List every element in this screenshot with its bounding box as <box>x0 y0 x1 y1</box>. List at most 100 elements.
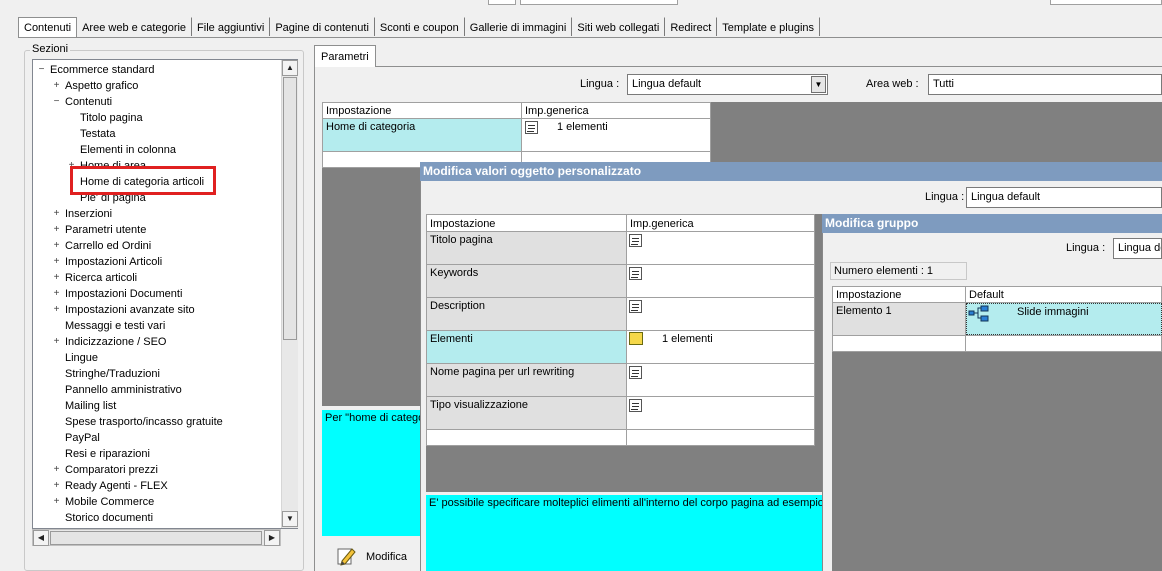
dialog1-row-name[interactable]: Keywords <box>427 265 626 297</box>
collapse-icon[interactable]: − <box>37 65 46 75</box>
tree-item[interactable]: Resi e riparazioni <box>65 446 150 462</box>
expand-icon[interactable]: + <box>52 305 61 315</box>
group-icon[interactable] <box>968 305 990 323</box>
tree-item[interactable]: Mailing list <box>65 398 116 414</box>
tab-aree-web-e-categorie[interactable]: Aree web e categorie <box>77 17 193 36</box>
tree-horizontal-scrollbar[interactable]: ◀ ▶ <box>32 529 281 546</box>
expand-icon[interactable]: + <box>52 481 61 491</box>
top-control-left <box>488 0 516 5</box>
dialog1-row-value[interactable] <box>627 298 814 330</box>
tree-item[interactable]: Inserzioni <box>65 206 112 222</box>
tab-file-aggiuntivi[interactable]: File aggiuntivi <box>192 17 271 36</box>
dialog2-row-elemento-value[interactable]: Slide immagini <box>966 303 1162 335</box>
tab-pagine-di-contenuti[interactable]: Pagine di contenuti <box>270 17 375 36</box>
expand-icon[interactable]: + <box>52 337 61 347</box>
tab-siti-web-collegati[interactable]: Siti web collegati <box>572 17 666 36</box>
expand-icon[interactable]: + <box>52 81 61 91</box>
dialog-modifica-valori-title: Modifica valori oggetto personalizzato <box>420 162 1162 181</box>
dialog1-row-value[interactable] <box>627 232 814 264</box>
dialog2-lingua-value: Lingua de <box>1118 242 1162 254</box>
row-home-categoria-value[interactable]: 1 elementi <box>522 119 710 151</box>
scroll-right-button[interactable]: ▶ <box>264 530 280 546</box>
chevron-down-icon[interactable]: ▼ <box>811 76 826 93</box>
tab-parametri[interactable]: Parametri <box>314 45 376 67</box>
tree-item[interactable]: Contenuti <box>65 94 112 110</box>
edit-list-icon[interactable] <box>629 234 642 247</box>
dialog1-row-value[interactable]: 1 elementi <box>627 331 814 363</box>
tree-item[interactable]: Elementi in colonna <box>80 142 176 158</box>
expand-icon[interactable]: + <box>52 289 61 299</box>
expand-icon[interactable]: + <box>52 209 61 219</box>
hscroll-thumb[interactable] <box>50 531 262 545</box>
dialog1-lingua-value: Lingua default <box>971 191 1041 203</box>
expand-icon[interactable]: + <box>52 257 61 267</box>
tab-redirect[interactable]: Redirect <box>665 17 718 36</box>
tree-item[interactable]: Pannello amministrativo <box>65 382 182 398</box>
edit-list-icon[interactable] <box>629 267 642 280</box>
tree-item[interactable]: Parametri utente <box>65 222 146 238</box>
group-items-icon[interactable] <box>629 332 643 345</box>
tree-item[interactable]: Impostazioni Documenti <box>65 286 182 302</box>
scroll-left-button[interactable]: ◀ <box>33 530 49 546</box>
expand-icon[interactable]: + <box>52 465 61 475</box>
tab-gallerie-di-immagini[interactable]: Gallerie di immagini <box>464 17 573 36</box>
sections-tree[interactable]: − Ecommerce standard + Aspetto grafico − Cont… <box>32 59 298 529</box>
tab-contenuti[interactable]: Contenuti <box>18 17 78 38</box>
tree-item[interactable]: Titolo pagina <box>80 110 143 126</box>
dialog1-row-name[interactable]: Tipo visualizzazione <box>427 397 626 429</box>
dialog1-lingua-select[interactable]: Lingua default <box>966 187 1162 208</box>
tab-template-e-plugins[interactable]: Template e plugins <box>717 17 821 36</box>
dialog2-col-default: Default <box>969 289 1004 301</box>
scroll-down-button[interactable]: ▼ <box>282 511 298 527</box>
lingua-select[interactable]: Lingua default ▼ <box>627 74 828 95</box>
tree-item[interactable]: Mobile Commerce <box>65 494 154 510</box>
dialog1-row-name[interactable]: Nome pagina per url rewriting <box>427 364 626 396</box>
collapse-icon[interactable]: − <box>52 97 61 107</box>
expand-icon[interactable]: + <box>52 273 61 283</box>
tree-item[interactable]: Aspetto grafico <box>65 78 138 94</box>
edit-list-icon[interactable] <box>629 300 642 313</box>
expand-icon[interactable]: + <box>52 241 61 251</box>
dialog1-row-line <box>427 429 814 430</box>
dialog1-lingua-label: Lingua : <box>925 191 965 203</box>
tab-sconti-e-coupon[interactable]: Sconti e coupon <box>374 17 465 36</box>
edit-list-icon[interactable] <box>629 366 642 379</box>
tree-item[interactable]: Indicizzazione / SEO <box>65 334 167 350</box>
modify-label: Modifica <box>366 551 407 563</box>
modify-button[interactable]: Modifica <box>322 538 420 571</box>
tree-item[interactable]: Impostazioni avanzate sito <box>65 302 195 318</box>
tree-item[interactable]: Lingue <box>65 350 98 366</box>
dialog1-row-value[interactable] <box>627 397 814 429</box>
top-control-mid <box>520 0 678 5</box>
tree-item[interactable]: Stringhe/Traduzioni <box>65 366 160 382</box>
dialog1-row-name[interactable]: Description <box>427 298 626 330</box>
tree-item[interactable]: Storico documenti <box>65 510 153 526</box>
dialog1-row-name[interactable]: Titolo pagina <box>427 232 626 264</box>
dialog1-row-name[interactable]: Elementi <box>427 331 626 363</box>
dialog-modifica-gruppo-title: Modifica gruppo <box>822 214 1162 233</box>
tree-item[interactable]: Messaggi e testi vari <box>65 318 165 334</box>
tree-item[interactable]: Impostazioni Articoli <box>65 254 162 270</box>
row-home-categoria[interactable]: Home di categoria <box>323 119 521 151</box>
tree-vertical-scrollbar[interactable]: ▲ ▼ <box>281 60 298 528</box>
dialog2-row-elemento[interactable]: Elemento 1 <box>833 303 965 335</box>
scroll-up-button[interactable]: ▲ <box>282 60 298 76</box>
tree-item[interactable]: Ricerca articoli <box>65 270 137 286</box>
area-web-select[interactable]: Tutti <box>928 74 1162 95</box>
tree-item[interactable]: Ready Agenti - FLEX <box>65 478 168 494</box>
edit-list-icon[interactable] <box>525 121 538 134</box>
dialog2-lingua-select[interactable]: Lingua de <box>1113 238 1162 259</box>
tree-item[interactable]: Ecommerce standard <box>50 62 155 78</box>
scroll-thumb[interactable] <box>283 77 297 340</box>
tree-item[interactable]: Comparatori prezzi <box>65 462 158 478</box>
tree-item[interactable]: Carrello ed Ordini <box>65 238 151 254</box>
expand-icon[interactable]: + <box>52 497 61 507</box>
tree-item[interactable]: Spese trasporto/incasso gratuite <box>65 414 223 430</box>
dialog1-row-value[interactable] <box>627 364 814 396</box>
expand-icon[interactable]: + <box>52 225 61 235</box>
edit-list-icon[interactable] <box>629 399 642 412</box>
dialog2-row-line <box>833 335 1162 336</box>
tree-item[interactable]: PayPal <box>65 430 100 446</box>
tree-item[interactable]: Testata <box>80 126 115 142</box>
dialog1-row-value[interactable] <box>627 265 814 297</box>
